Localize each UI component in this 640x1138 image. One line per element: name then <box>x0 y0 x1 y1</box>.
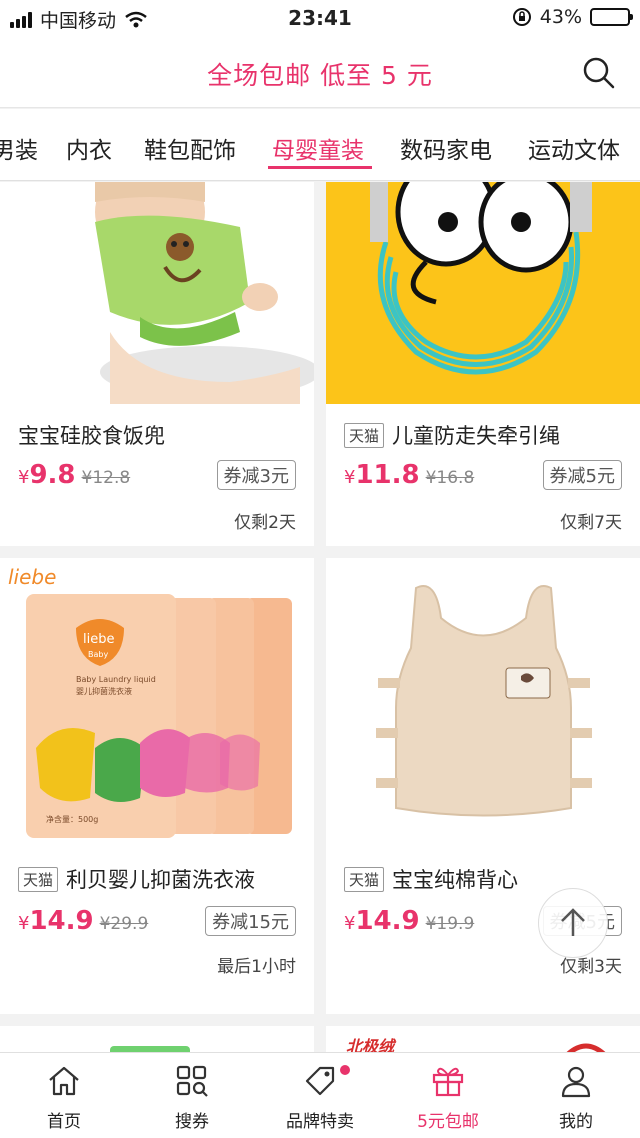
product-name: 宝宝硅胶食饭兜 <box>18 424 165 448</box>
svg-text:北极绒: 北极绒 <box>346 1037 397 1052</box>
original-price: ¥12.8 <box>81 468 131 488</box>
tab-accessories[interactable]: 鞋包配饰 <box>144 131 236 165</box>
nav-home[interactable]: 首页 <box>0 1053 128 1138</box>
product-name: 天猫 宝宝纯棉背心 <box>344 864 518 894</box>
user-icon <box>561 1066 591 1098</box>
category-tabs: 男装 内衣 鞋包配饰 母婴童装 数码家电 运动文体 <box>0 109 640 181</box>
product-card[interactable]: 北极绒 <box>326 1026 640 1052</box>
original-price: ¥16.8 <box>425 468 475 488</box>
product-image <box>110 1046 190 1052</box>
gift-icon <box>432 1067 464 1097</box>
nav-free-shipping-label: 5元包邮 <box>417 1112 479 1132</box>
scroll-to-top-button[interactable] <box>538 888 608 958</box>
coupon-badge[interactable]: 券减5元 <box>542 460 622 490</box>
nav-coupons[interactable]: 搜券 <box>128 1053 256 1138</box>
svg-text:婴儿抑菌洗衣液: 婴儿抑菌洗衣液 <box>76 686 132 696</box>
status-bar: 中国移动 23:41 43% <box>0 0 640 36</box>
nav-profile[interactable]: 我的 <box>512 1053 640 1138</box>
product-card[interactable]: 宝宝硅胶食饭兜 ¥9.8 ¥12.8 券减3元 仅剩2天 <box>0 182 314 546</box>
tag-icon <box>305 1066 335 1096</box>
tab-underwear[interactable]: 内衣 <box>66 131 112 165</box>
svg-text:净含量：500g: 净含量：500g <box>46 814 98 824</box>
svg-text:Baby: Baby <box>88 650 108 659</box>
tmall-tag: 天猫 <box>344 866 385 892</box>
original-price: ¥29.9 <box>99 914 149 934</box>
product-card[interactable]: liebe liebe Baby Baby Laundry liquid 婴儿抑… <box>0 558 314 1014</box>
bottom-nav: 首页 搜券 品牌特卖 5元包邮 我的 <box>0 1052 640 1138</box>
tab-sports[interactable]: 运动文体 <box>528 131 620 165</box>
product-name: 天猫 儿童防走失牵引绳 <box>344 420 560 450</box>
arrow-up-icon <box>561 908 585 936</box>
search-coupon-icon <box>176 1065 208 1097</box>
product-image: 北极绒 <box>346 1037 606 1052</box>
time-remaining: 仅剩2天 <box>234 513 296 533</box>
product-price: ¥14.9 ¥19.9 <box>344 906 475 936</box>
product-price: ¥11.8 ¥16.8 <box>344 460 475 490</box>
original-price: ¥19.9 <box>425 914 475 934</box>
time-remaining: 仅剩7天 <box>560 513 622 533</box>
svg-text:liebe: liebe <box>83 632 114 647</box>
status-right: 43% <box>512 6 633 28</box>
product-image: liebe liebe Baby Baby Laundry liquid 婴儿抑… <box>0 558 314 852</box>
time-remaining: 最后1小时 <box>217 957 296 977</box>
header: 全场包邮 低至 5 元 <box>0 36 640 108</box>
svg-text:Baby Laundry liquid: Baby Laundry liquid <box>76 675 156 684</box>
nav-brand-sale-label: 品牌特卖 <box>286 1112 354 1132</box>
tab-baby[interactable]: 母婴童装 <box>272 131 364 165</box>
nav-coupons-label: 搜券 <box>175 1112 209 1132</box>
product-image <box>326 558 640 852</box>
active-tab-indicator <box>268 166 372 169</box>
nav-brand-sale[interactable]: 品牌特卖 <box>256 1053 384 1138</box>
product-price: ¥14.9 ¥29.9 <box>18 906 149 936</box>
tmall-tag: 天猫 <box>18 866 59 892</box>
nav-profile-label: 我的 <box>559 1112 593 1132</box>
product-image <box>0 182 314 404</box>
battery-icon <box>590 8 633 26</box>
tab-electronics[interactable]: 数码家电 <box>400 131 492 165</box>
rotation-lock-icon <box>512 8 531 26</box>
product-card[interactable] <box>0 1026 314 1052</box>
coupon-badge[interactable]: 券减3元 <box>216 460 296 490</box>
search-icon[interactable] <box>582 56 616 90</box>
product-price: ¥9.8 ¥12.8 <box>18 460 131 490</box>
nav-home-label: 首页 <box>47 1112 81 1132</box>
product-name: 天猫 利贝婴儿抑菌洗衣液 <box>18 864 255 894</box>
page-title: 全场包邮 低至 5 元 <box>207 61 433 90</box>
tab-menswear[interactable]: 男装 <box>0 131 38 165</box>
home-icon <box>49 1066 79 1096</box>
nav-free-shipping[interactable]: 5元包邮 <box>384 1053 512 1138</box>
product-card[interactable]: 天猫 儿童防走失牵引绳 ¥11.8 ¥16.8 券减5元 仅剩7天 <box>326 182 640 546</box>
battery-percent: 43% <box>539 6 582 28</box>
brand-logo: liebe <box>8 565 56 589</box>
tmall-tag: 天猫 <box>344 422 385 448</box>
coupon-badge[interactable]: 券减15元 <box>205 906 296 936</box>
notification-dot <box>340 1065 350 1075</box>
product-image <box>326 182 640 404</box>
